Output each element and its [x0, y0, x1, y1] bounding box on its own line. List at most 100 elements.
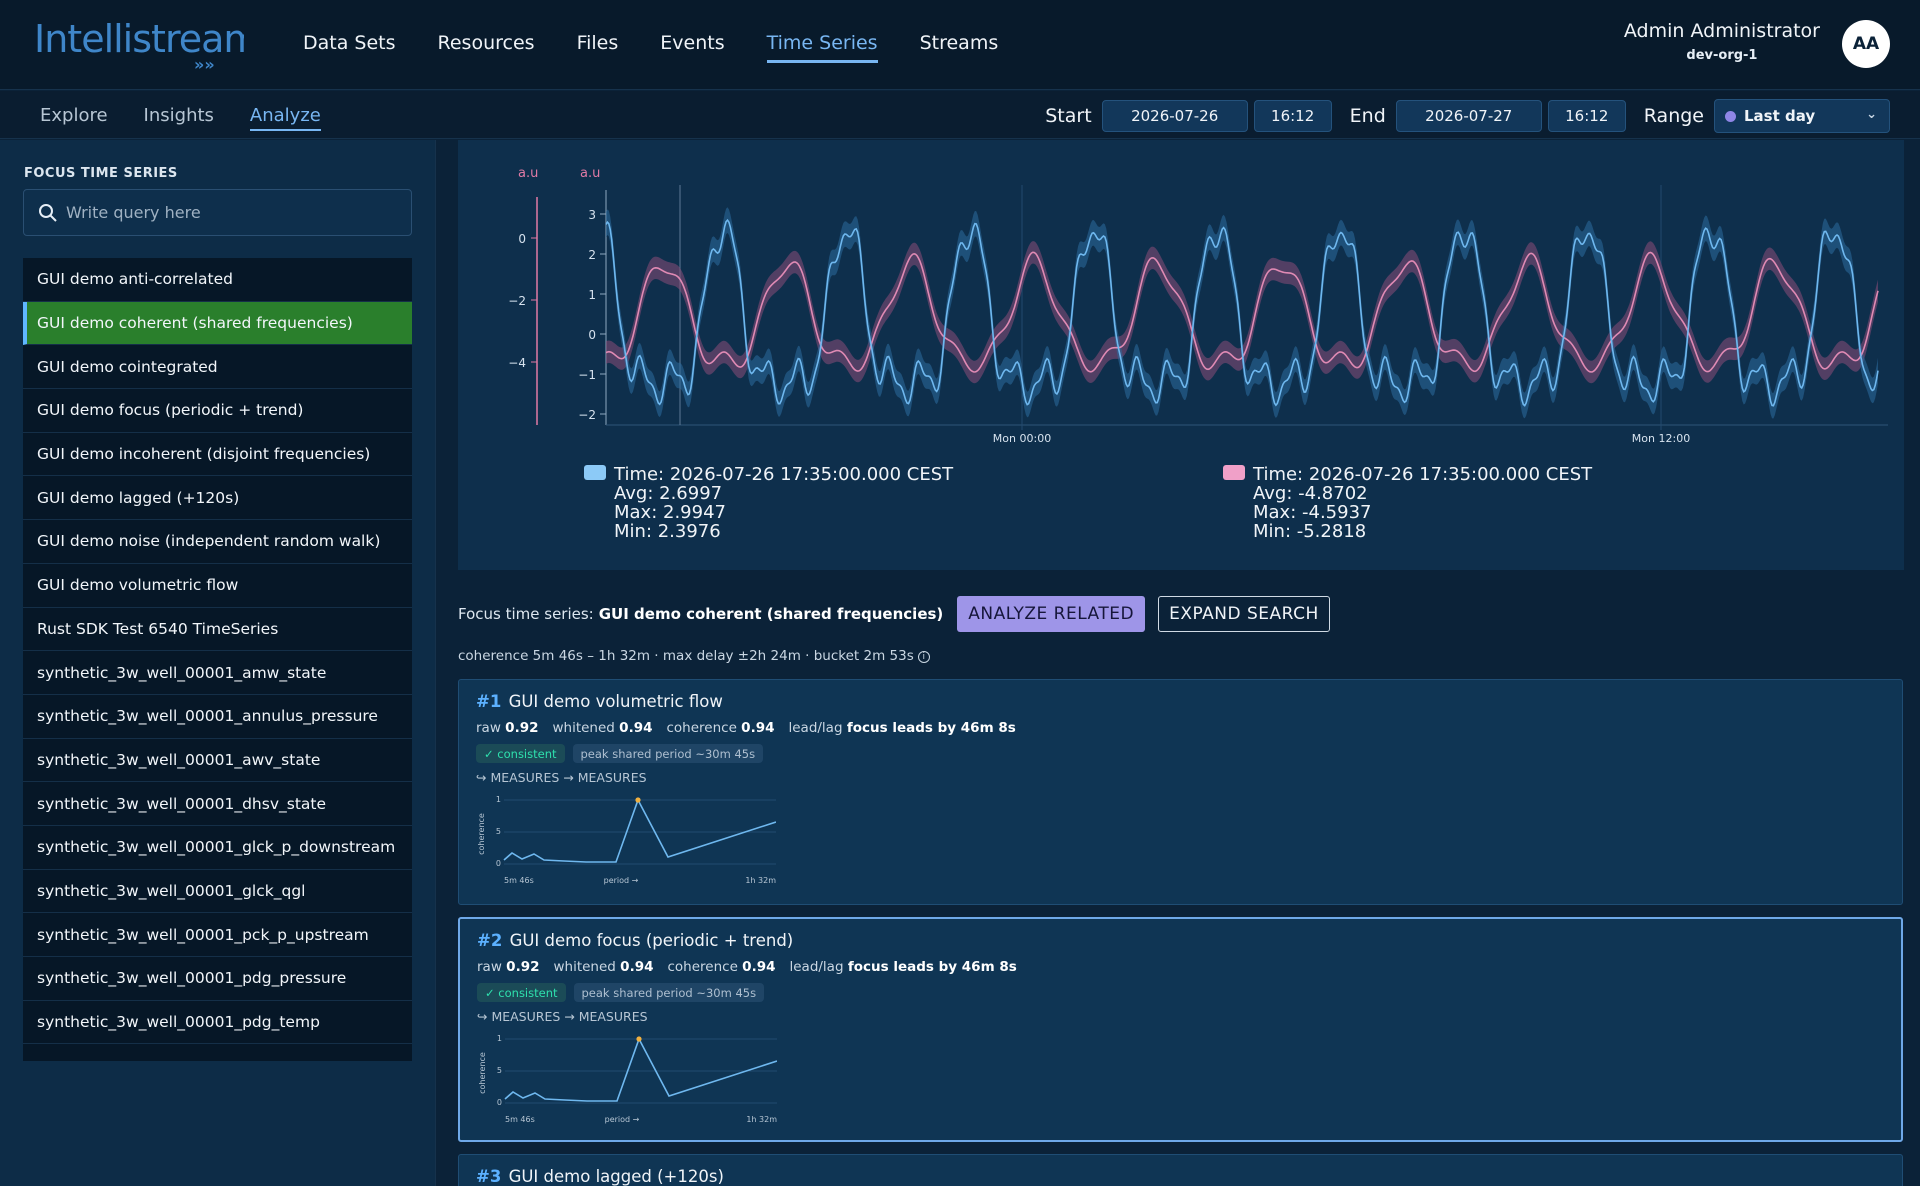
avatar[interactable]: AA: [1842, 20, 1890, 68]
end-time-input[interactable]: 16:12: [1547, 100, 1626, 132]
mini-y-label: coherence: [478, 1052, 487, 1094]
series-list-item[interactable]: GUI demo incoherent (disjoint frequencie…: [23, 433, 412, 477]
analyze-related-button[interactable]: ANALYZE RELATED: [957, 596, 1146, 632]
focus-name: GUI demo coherent (shared frequencies): [598, 605, 944, 623]
mini-coherence-line: [503, 798, 776, 863]
nav-time-series[interactable]: Time Series: [766, 32, 878, 63]
card-badges: ✓ consistent peak shared period ~30m 45s: [477, 983, 765, 1002]
series-list-item[interactable]: synthetic_3w_well_00001_awv_state: [23, 739, 412, 783]
mini-x-mid: period →: [604, 876, 639, 885]
mini-y-tick: 5: [497, 1066, 502, 1075]
legend-max: Max: 2.9947: [614, 502, 726, 523]
user-name: Admin Administrator: [1623, 20, 1820, 42]
card-title: #3 GUI demo lagged (+120s): [476, 1167, 724, 1186]
card-badges: ✓ consistent peak shared period ~30m 45s: [476, 744, 764, 763]
search-input[interactable]: [66, 190, 396, 235]
app-logo[interactable]: Intellistream »»: [34, 16, 244, 72]
right-axis-tick-label: −1: [578, 368, 596, 382]
nav-data-sets[interactable]: Data Sets: [303, 32, 396, 63]
analysis-params: coherence 5m 46s – 1h 32m · max delay ±2…: [458, 648, 930, 664]
card-title: #2 GUI demo focus (periodic + trend): [477, 931, 793, 950]
result-card[interactable]: #3 GUI demo lagged (+120s): [458, 1154, 1903, 1186]
series-list-item[interactable]: GUI demo lagged (+120s): [23, 476, 412, 521]
range-select[interactable]: Last day ⌄: [1714, 99, 1890, 133]
legend-swatch-pink: [1223, 465, 1245, 480]
card-title: #1 GUI demo volumetric flow: [476, 692, 723, 711]
metric-leadlag: lead/lag focus leads by 46m 8s: [789, 959, 1017, 975]
result-card[interactable]: #1 GUI demo volumetric flow raw 0.92 whi…: [458, 679, 1903, 905]
series-list-item[interactable]: GUI demo focus (periodic + trend): [23, 389, 412, 433]
metric-whitened: whitened 0.94: [553, 959, 654, 975]
range-dot-icon: [1725, 110, 1736, 122]
expand-search-button[interactable]: EXPAND SEARCH: [1158, 596, 1330, 632]
series-list-item[interactable]: synthetic_3w_well_00001_glck_qgl: [23, 870, 412, 914]
blue-series-line: [605, 218, 1879, 407]
left-axis-tick-label: 0: [518, 232, 526, 246]
time-controls: Start 2026-07-26 16:12 End 2026-07-27 16…: [1033, 99, 1890, 133]
card-relation: ↪ MEASURES → MEASURES: [476, 770, 647, 785]
search-box: [23, 189, 412, 236]
tab-insights[interactable]: Insights: [144, 105, 214, 131]
tab-explore[interactable]: Explore: [40, 105, 108, 131]
series-list-item[interactable]: GUI demo cointegrated: [23, 345, 412, 390]
legend-swatch-blue: [584, 465, 606, 480]
result-card[interactable]: #2 GUI demo focus (periodic + trend) raw…: [458, 917, 1903, 1142]
series-list-item[interactable]: synthetic_3w_well_00001_glck_p_downstrea…: [23, 826, 412, 870]
right-axis-tick-label: 0: [588, 328, 596, 342]
mini-y-tick: 1: [497, 1034, 502, 1043]
x-axis-tick-label: Mon 00:00: [993, 432, 1051, 445]
start-time-input[interactable]: 16:12: [1253, 100, 1332, 132]
mini-x-start: 5m 46s: [505, 1115, 535, 1124]
consistent-badge: ✓ consistent: [477, 983, 566, 1002]
card-name: GUI demo focus (periodic + trend): [509, 931, 794, 950]
main-nav: Data Sets Resources Files Events Time Se…: [303, 32, 998, 63]
right-axis-unit: a.u: [580, 166, 600, 181]
metric-whitened: whitened 0.94: [552, 720, 653, 736]
legend-min: Min: -5.2818: [1253, 521, 1367, 542]
chevron-down-icon: ⌄: [1866, 107, 1877, 122]
series-list-item[interactable]: synthetic_3w_well_00001_annulus_pressure: [23, 695, 412, 739]
series-list-item[interactable]: synthetic_3w_well_00001_amw_state: [23, 651, 412, 695]
sidebar-title: FOCUS TIME SERIES: [24, 166, 178, 181]
series-list-item[interactable]: GUI demo anti-correlated: [23, 258, 412, 302]
series-list-item[interactable]: synthetic_3w_well_00001_pck_p_upstream: [23, 913, 412, 957]
x-axis-tick-label: Mon 12:00: [1632, 432, 1690, 445]
series-list-item[interactable]: GUI demo coherent (shared frequencies): [23, 301, 412, 346]
metric-raw: raw 0.92: [476, 720, 539, 736]
nav-files[interactable]: Files: [577, 32, 619, 63]
card-metrics: raw 0.92 whitened 0.94 coherence 0.94 le…: [477, 959, 1017, 975]
start-label: Start: [1045, 105, 1092, 127]
legend-time: Time: 2026-07-26 17:35:00.000 CEST: [614, 464, 954, 485]
svg-text:»»: »»: [194, 55, 215, 72]
series-list-item[interactable]: GUI demo noise (independent random walk): [23, 520, 412, 564]
mini-y-tick: 5: [496, 827, 501, 836]
nav-streams[interactable]: Streams: [920, 32, 999, 63]
range-label: Range: [1643, 105, 1704, 127]
legend-time: Time: 2026-07-26 17:35:00.000 CEST: [1253, 464, 1593, 485]
end-label: End: [1349, 105, 1386, 127]
legend-avg: Avg: -4.8702: [1253, 483, 1368, 504]
nav-events[interactable]: Events: [660, 32, 724, 63]
mini-y-label: coherence: [477, 813, 486, 855]
start-date-input[interactable]: 2026-07-26: [1101, 100, 1248, 132]
mini-x-end: 1h 32m: [745, 876, 776, 885]
metric-raw: raw 0.92: [477, 959, 540, 975]
series-list-item[interactable]: GUI demo volumetric flow: [23, 564, 412, 608]
coherence-mini-chart: 1 5 0 coherence 5m 46s period → 1h 32m: [478, 1034, 777, 1124]
right-axis-tick-label: 2: [588, 248, 596, 262]
series-list-item[interactable]: synthetic_3w_well_00001_dhsv_state: [23, 782, 412, 826]
nav-resources[interactable]: Resources: [438, 32, 535, 63]
right-axis-tick-label: 1: [588, 288, 596, 302]
metric-coherence: coherence 0.94: [667, 959, 776, 975]
card-name: GUI demo lagged (+120s): [508, 1167, 724, 1186]
tab-analyze[interactable]: Analyze: [249, 105, 321, 131]
card-rank: #1: [476, 692, 502, 711]
series-list-item[interactable]: Rust SDK Test 6540 TimeSeries: [23, 608, 412, 652]
end-date-input[interactable]: 2026-07-27: [1395, 100, 1542, 132]
info-icon[interactable]: i: [917, 651, 930, 663]
series-list-item[interactable]: synthetic_3w_well_00001_pdg_temp: [23, 1001, 412, 1045]
user-info[interactable]: Admin Administrator dev-org-1: [1624, 20, 1820, 63]
mini-y-tick: 0: [497, 1098, 502, 1107]
card-rank: #3: [476, 1167, 502, 1186]
series-list-item[interactable]: synthetic_3w_well_00001_pdg_pressure: [23, 957, 412, 1001]
